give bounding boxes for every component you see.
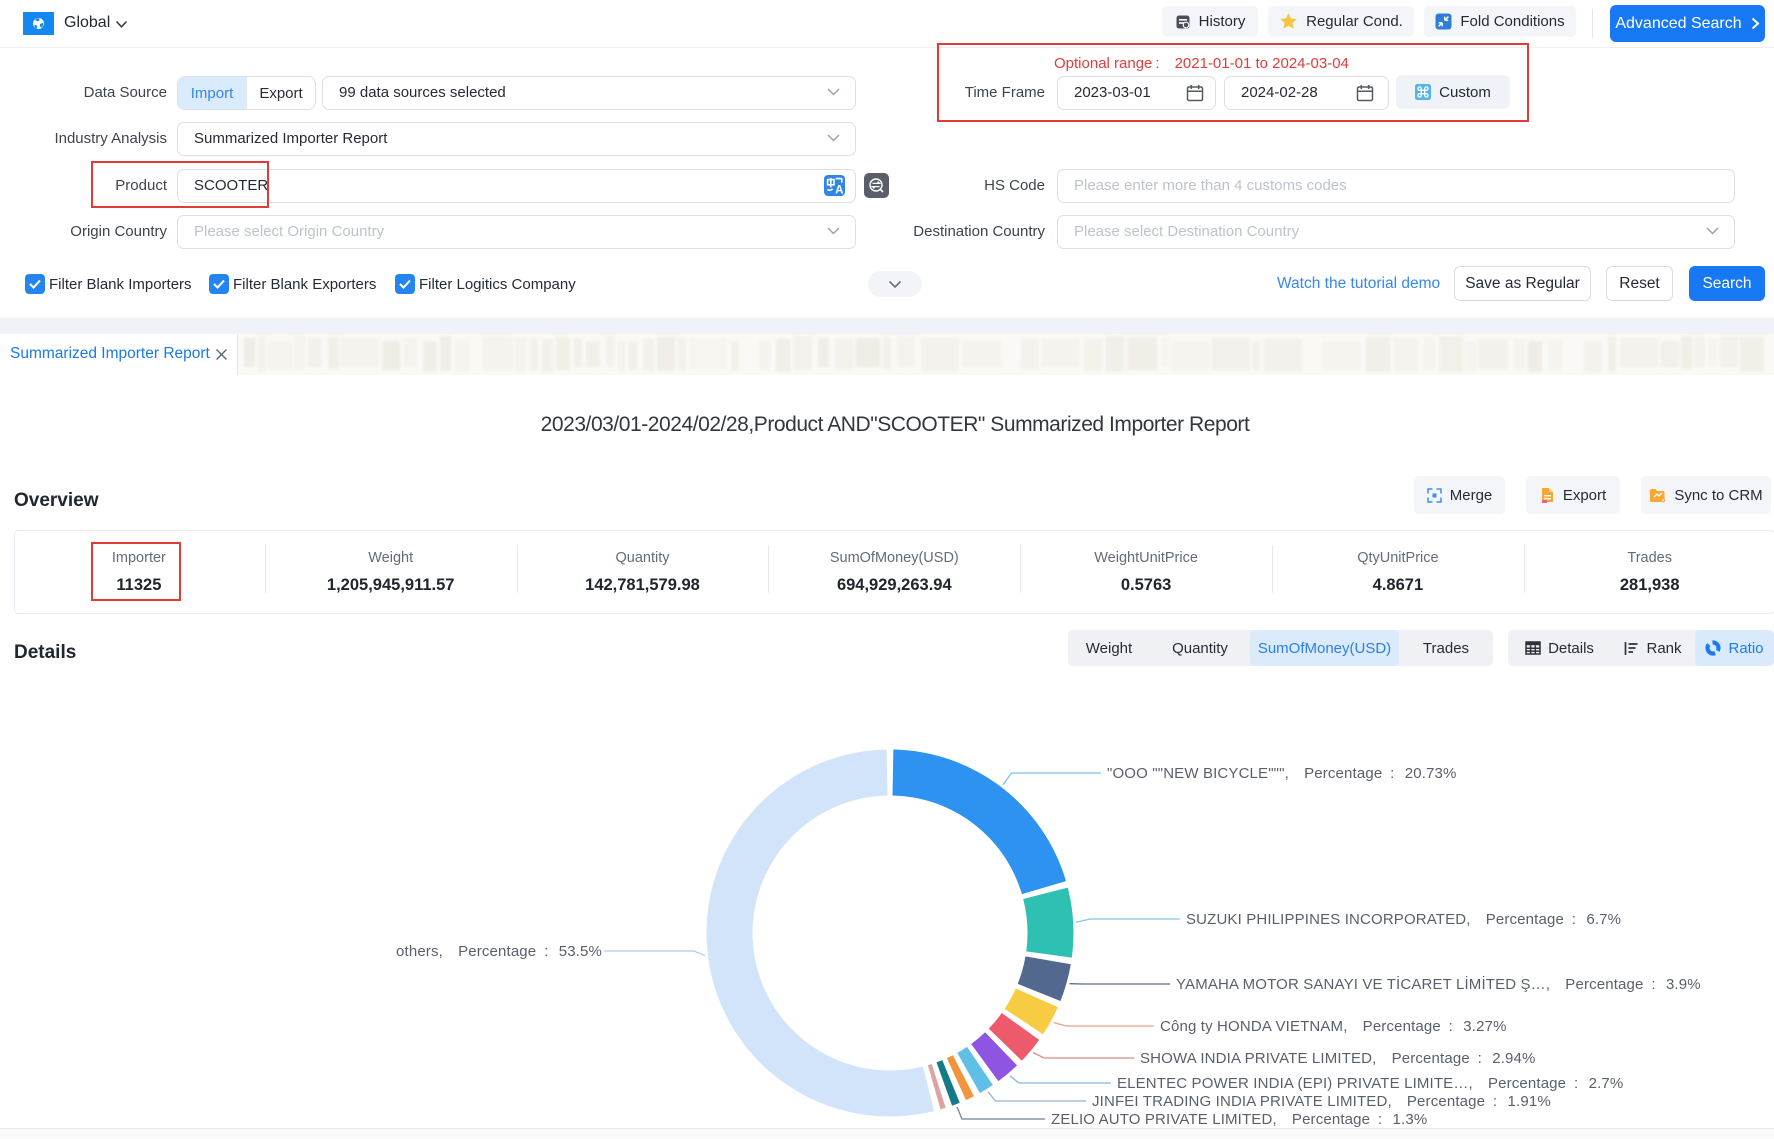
svg-text:ELENTEC POWER INDIA (EPI) PRIV: ELENTEC POWER INDIA (EPI) PRIVATE LIMITE… [1117,1075,1623,1092]
svg-text:others, Percentage : 53.5%: others, Percentage : 53.5% [396,943,602,960]
svg-text:Công ty HONDA VIETNAM, Percent: Công ty HONDA VIETNAM, Percentage : 3.27… [1160,1018,1507,1035]
svg-text:"OOO ""NEW BICYCLE""", Percent: "OOO ""NEW BICYCLE""", Percentage : 20.7… [1107,765,1457,782]
svg-text:ZELIO AUTO PRIVATE LIMITED, Pe: ZELIO AUTO PRIVATE LIMITED, Percentage :… [1051,1111,1427,1128]
svg-text:SHOWA INDIA PRIVATE LIMITED, P: SHOWA INDIA PRIVATE LIMITED, Percentage … [1140,1050,1536,1067]
svg-text:A: A [835,185,843,197]
svg-text:YAMAHA MOTOR SANAYI VE TİCARET: YAMAHA MOTOR SANAYI VE TİCARET LİMİTED Ş… [1176,975,1701,993]
svg-text:SUZUKI PHILIPPINES INCORPORATE: SUZUKI PHILIPPINES INCORPORATED, Percent… [1186,911,1621,928]
svg-text:JINFEI TRADING INDIA PRIVATE L: JINFEI TRADING INDIA PRIVATE LIMITED, Pe… [1092,1093,1551,1110]
